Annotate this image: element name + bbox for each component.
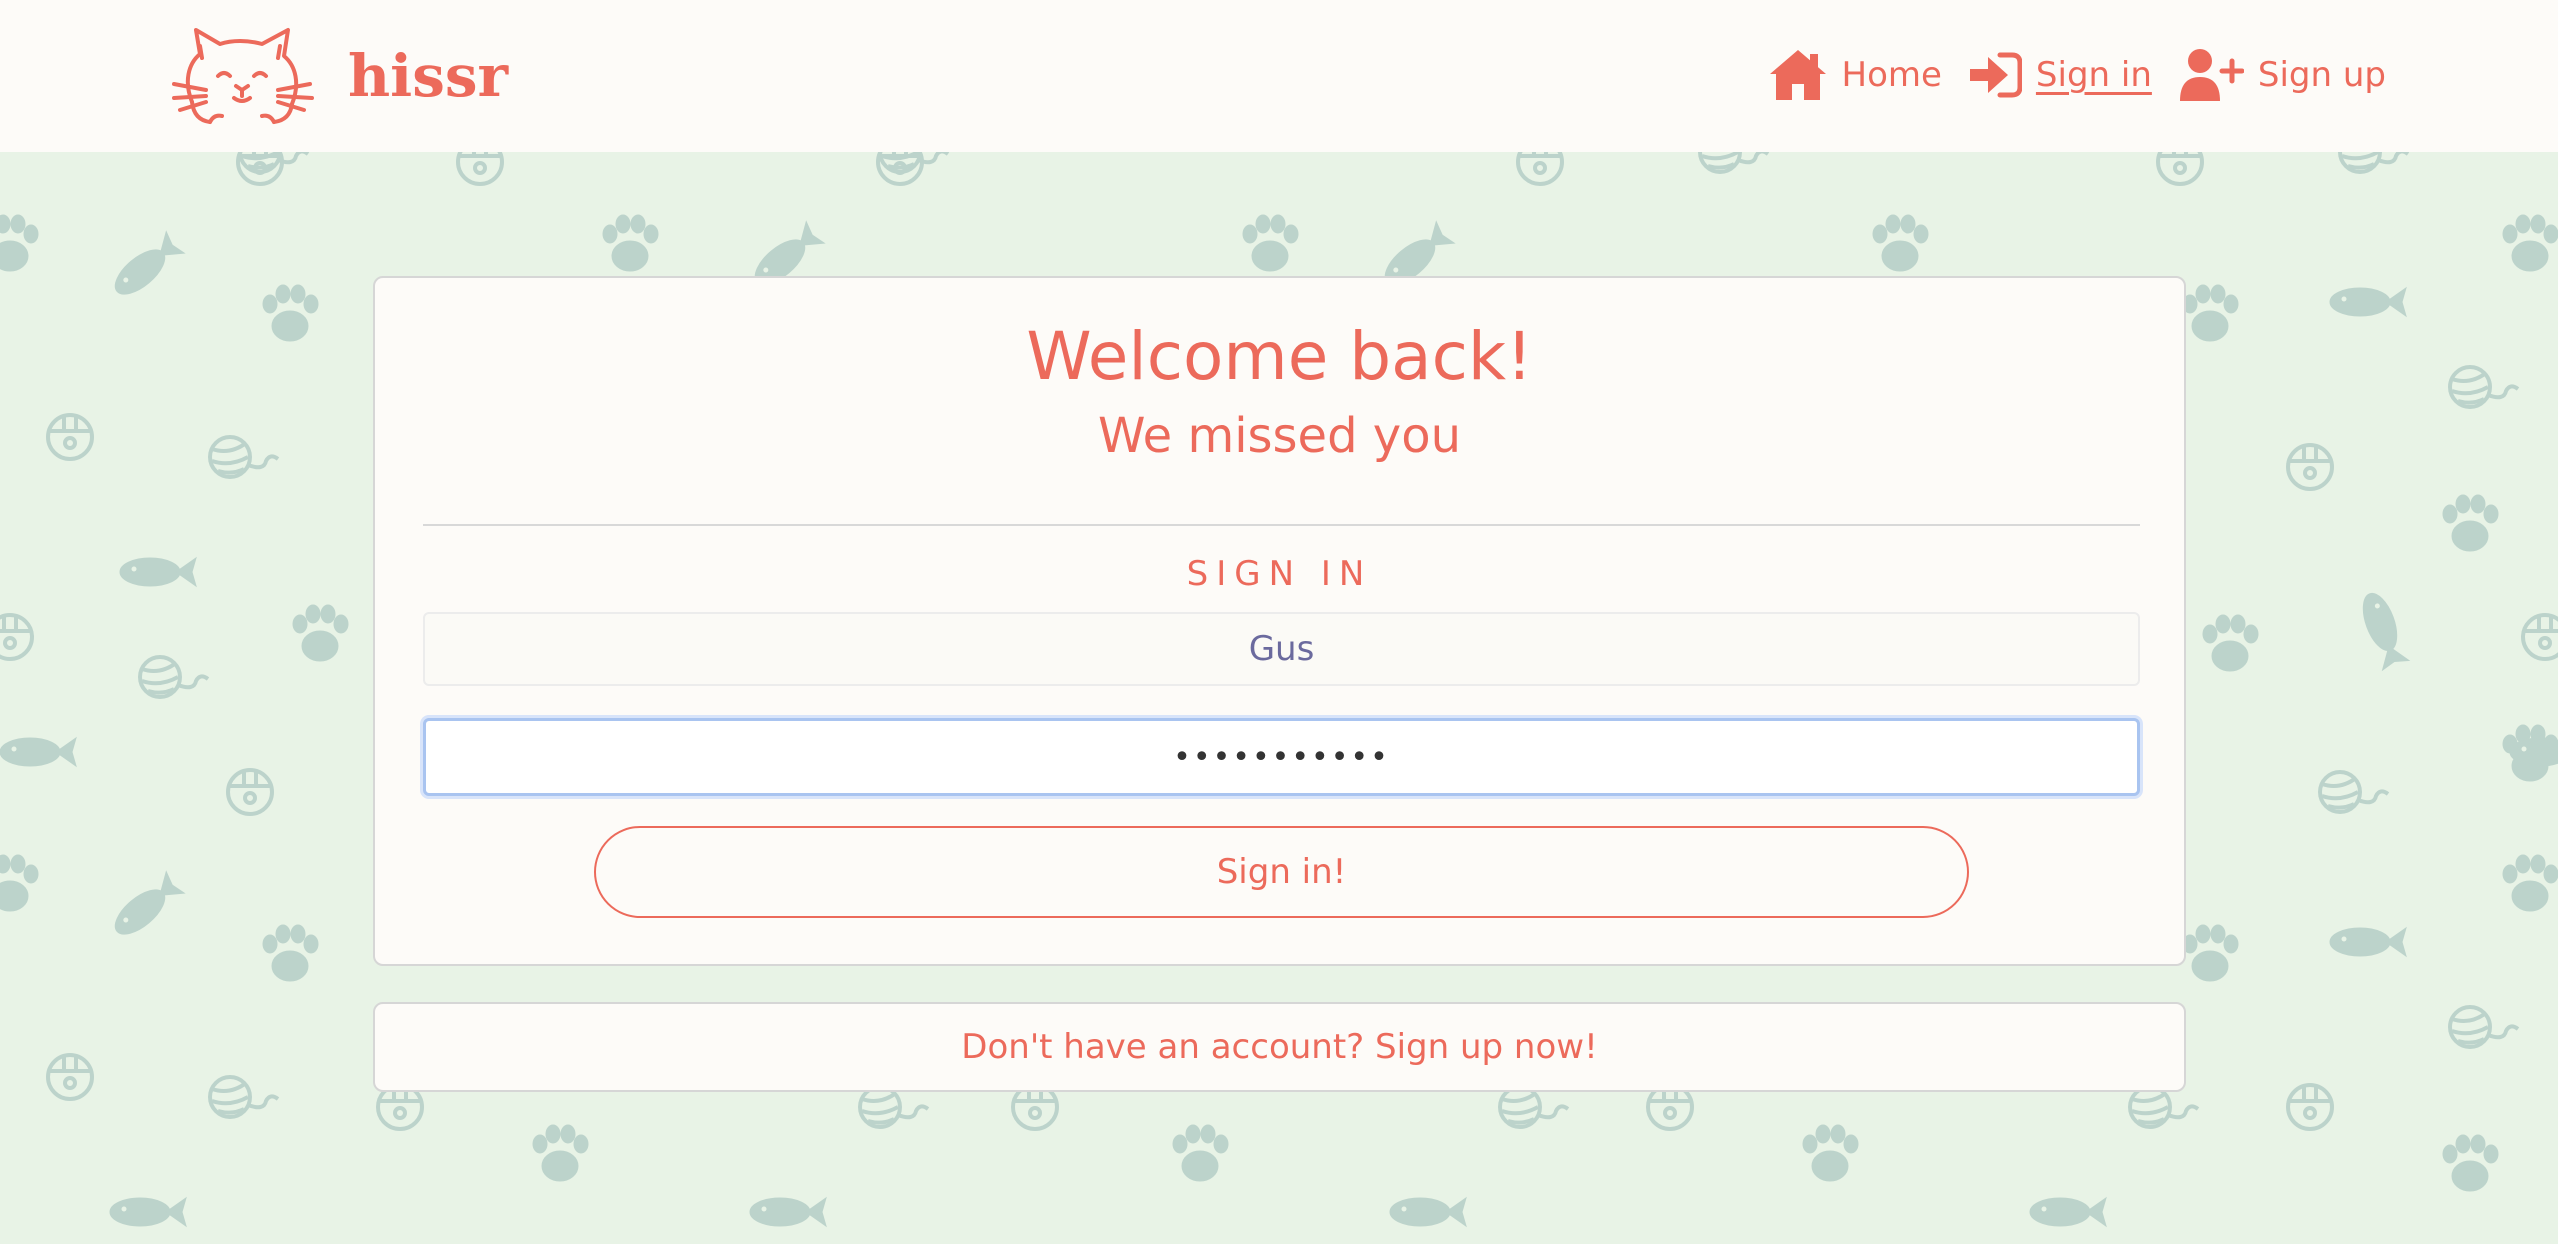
sign-up-link[interactable]: Don't have an account? Sign up now! bbox=[961, 1027, 1597, 1067]
main-nav: Home Sign in Sign up bbox=[1768, 38, 2386, 112]
user-plus-icon bbox=[2179, 49, 2244, 101]
nav-sign-in-link[interactable]: Sign in bbox=[1968, 51, 2152, 99]
password-input[interactable] bbox=[423, 718, 2140, 796]
page-title: Welcome back! bbox=[1026, 318, 1533, 395]
sign-in-card: Welcome back! We missed you SIGN IN Sign… bbox=[373, 276, 2186, 966]
home-icon bbox=[1769, 50, 1826, 100]
nav-home-label: Home bbox=[1841, 55, 1942, 95]
page-subtitle: We missed you bbox=[1098, 408, 1461, 464]
nav-sign-in-label: Sign in bbox=[2035, 55, 2152, 95]
nav-sign-up-link[interactable]: Sign up bbox=[2178, 47, 2386, 103]
navbar: hissr Home Sign in Sign up bbox=[0, 0, 2558, 152]
sign-up-card: Don't have an account? Sign up now! bbox=[373, 1002, 2186, 1092]
sign-in-icon bbox=[1969, 52, 2022, 98]
brand-name: hissr bbox=[348, 42, 509, 110]
sign-in-heading: SIGN IN bbox=[1186, 554, 1373, 594]
username-input[interactable] bbox=[423, 612, 2140, 686]
brand[interactable]: hissr bbox=[170, 24, 508, 128]
sign-in-button[interactable]: Sign in! bbox=[594, 826, 1969, 918]
nav-sign-up-label: Sign up bbox=[2257, 55, 2386, 95]
cat-logo-icon bbox=[172, 28, 314, 124]
nav-home-link[interactable]: Home bbox=[1768, 48, 1942, 102]
divider bbox=[423, 524, 2140, 526]
